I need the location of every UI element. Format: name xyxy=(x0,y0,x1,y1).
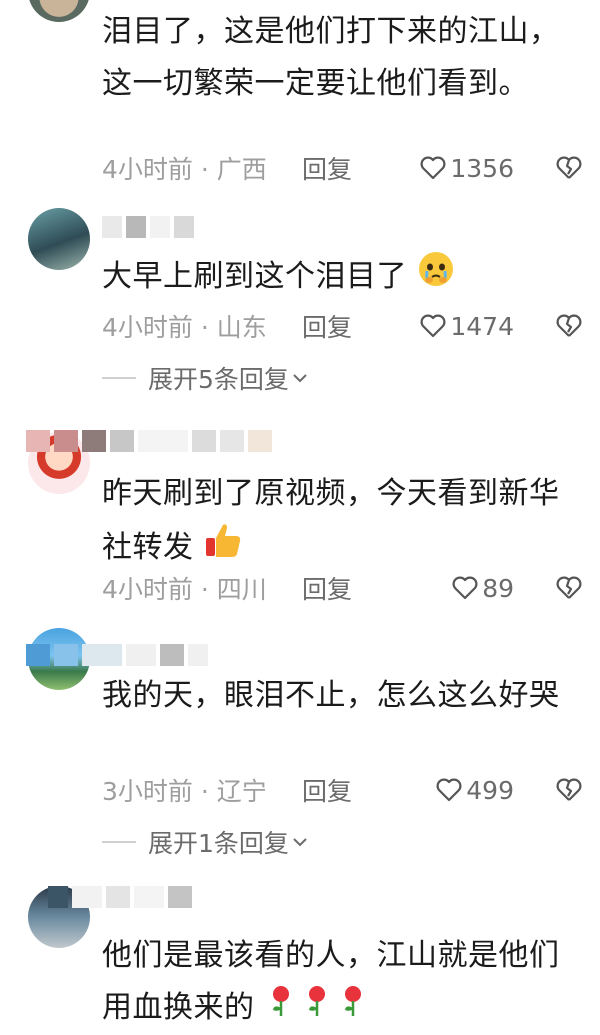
expand-label: 展开1条回复 xyxy=(148,829,289,858)
comment-text: 泪目了，这是他们打下来的江山，这一切繁荣一定要让他们看到。 xyxy=(102,14,560,101)
like-button[interactable]: 1474 xyxy=(414,312,514,341)
like-button[interactable]: 89 xyxy=(414,574,514,603)
reply-button[interactable]: 回复 xyxy=(302,150,412,186)
comment-meta: 4小时前 · 山东 回复 1474 xyxy=(102,306,582,346)
like-count: 1474 xyxy=(450,311,514,341)
divider xyxy=(102,841,136,843)
crying-face-icon xyxy=(417,250,455,305)
time-location: 4小时前 · 广西 xyxy=(102,155,267,184)
username-blurred xyxy=(48,886,192,908)
comment-meta: 4小时前 · 四川 回复 89 xyxy=(102,568,582,608)
broken-heart-icon xyxy=(556,314,582,337)
comment-text: 昨天刷到了原视频，今天看到新华社转发 xyxy=(102,468,572,577)
broken-heart-icon xyxy=(556,576,582,599)
rose-icon xyxy=(265,983,377,1035)
dislike-button[interactable] xyxy=(532,778,582,802)
avatar[interactable] xyxy=(28,0,90,22)
time-location: 3小时前 · 辽宁 xyxy=(102,777,267,806)
comment-text: 他们是最该看的人，江山就是他们用血换来的 xyxy=(102,930,572,1035)
comment-meta: 3小时前 · 辽宁 回复 499 xyxy=(102,770,582,810)
dislike-button[interactable] xyxy=(532,576,582,600)
chevron-down-icon xyxy=(293,374,307,383)
comment-text: 大早上刷到这个泪目了 xyxy=(102,250,572,305)
time-location: 4小时前 · 山东 xyxy=(102,313,267,342)
heart-icon xyxy=(436,778,462,802)
like-count: 1356 xyxy=(450,153,514,183)
comment-text-content: 昨天刷到了原视频，今天看到新华社转发 xyxy=(102,476,560,565)
like-count: 499 xyxy=(466,775,514,805)
username-blurred xyxy=(26,430,272,452)
comment-meta: 4小时前 · 广西 回复 1356 xyxy=(102,148,582,188)
heart-icon xyxy=(420,314,446,338)
heart-icon xyxy=(420,156,446,180)
expand-replies[interactable]: 展开5条回复 xyxy=(102,360,311,396)
reply-button[interactable]: 回复 xyxy=(302,570,412,606)
dislike-button[interactable] xyxy=(532,156,582,180)
expand-label: 展开5条回复 xyxy=(148,365,289,394)
comment-text: 我的天，眼泪不止，怎么这么好哭 xyxy=(102,678,560,713)
comment-text-content: 大早上刷到这个泪目了 xyxy=(102,259,407,294)
username-blurred xyxy=(26,644,208,666)
username-blurred xyxy=(102,216,194,238)
like-count: 89 xyxy=(482,573,514,603)
expand-replies[interactable]: 展开1条回复 xyxy=(102,824,311,860)
chevron-down-icon xyxy=(293,838,307,847)
broken-heart-icon xyxy=(556,156,582,179)
reply-button[interactable]: 回复 xyxy=(302,308,412,344)
broken-heart-icon xyxy=(556,778,582,801)
heart-icon xyxy=(452,576,478,600)
like-button[interactable]: 1356 xyxy=(414,154,514,183)
divider xyxy=(102,377,136,379)
avatar[interactable] xyxy=(28,208,90,270)
time-location: 4小时前 · 四川 xyxy=(102,575,267,604)
like-button[interactable]: 499 xyxy=(414,776,514,805)
dislike-button[interactable] xyxy=(532,314,582,338)
reply-button[interactable]: 回复 xyxy=(302,772,412,808)
